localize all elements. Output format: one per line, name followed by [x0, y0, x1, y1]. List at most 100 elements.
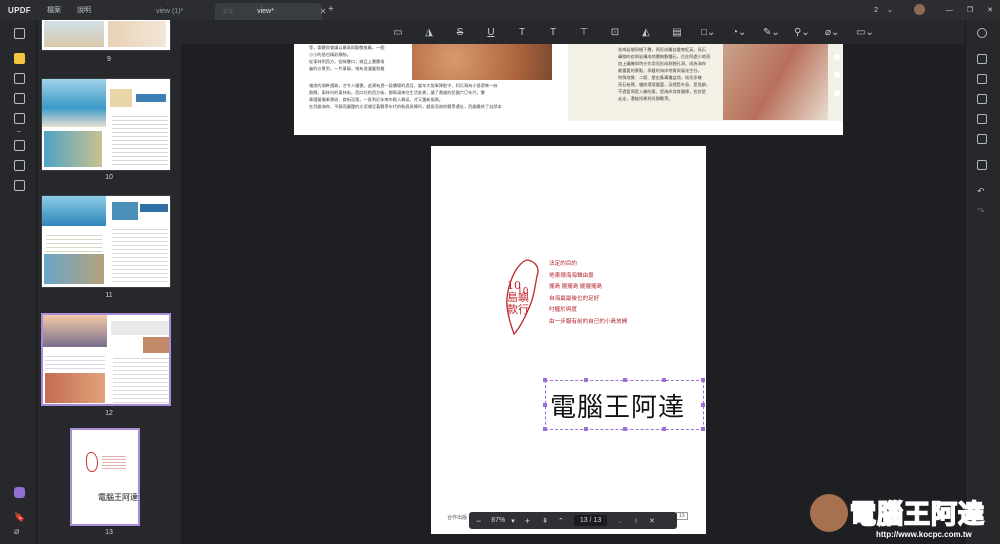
- callout-icon[interactable]: ⊡: [608, 27, 622, 38]
- sticker-icon[interactable]: ◔⌄: [732, 27, 746, 38]
- thumbnail-label: 11: [105, 292, 113, 299]
- save-icon[interactable]: [977, 160, 987, 170]
- search-icon[interactable]: [977, 28, 987, 38]
- next-page-icon[interactable]: ⌄: [617, 517, 623, 525]
- thumbnail-panel: 9 10 11 12 電腦王阿達 13: [37, 20, 181, 544]
- thumbnail-page-13[interactable]: 電腦王阿達: [70, 428, 140, 526]
- compress-icon[interactable]: [977, 74, 987, 84]
- tab-label: view*: [257, 8, 274, 15]
- export-pdf-icon[interactable]: [977, 94, 987, 104]
- reader-icon[interactable]: [14, 28, 25, 39]
- squiggly-icon[interactable]: T: [515, 27, 529, 38]
- pencil-icon[interactable]: ◭: [639, 27, 653, 38]
- layers-icon[interactable]: [14, 180, 25, 191]
- thumbnail-page-11[interactable]: [41, 195, 171, 288]
- shape-icon[interactable]: □⌄: [701, 27, 715, 38]
- ocr-icon[interactable]: [14, 160, 25, 171]
- eraser-icon[interactable]: ▤: [670, 27, 684, 38]
- page-indicator[interactable]: 13 / 13: [573, 515, 608, 526]
- attachment-icon[interactable]: ⌀⌄: [825, 27, 839, 38]
- site-watermark: 電腦王阿達 http://www.kocpc.com.tw: [810, 490, 1000, 544]
- organize-pages-icon[interactable]: [14, 93, 25, 104]
- stamp-icon[interactable]: ⚲⌄: [794, 27, 810, 38]
- resize-handle[interactable]: [543, 403, 547, 407]
- zoom-out-button[interactable]: −: [476, 516, 481, 526]
- bookmark-icon[interactable]: 🔖: [14, 507, 25, 522]
- person-photo: [723, 44, 828, 120]
- resize-handle[interactable]: [701, 403, 705, 407]
- close-icon[interactable]: ✕: [320, 7, 327, 16]
- resize-handle[interactable]: [701, 427, 705, 431]
- new-tab-button[interactable]: +: [328, 4, 334, 15]
- thumbnail-label: 10: [105, 174, 113, 181]
- zoom-value[interactable]: 87%: [491, 517, 505, 524]
- convert-icon[interactable]: [977, 54, 987, 64]
- text-line: 在烈嶼海岸，平靜而廣闊的沙泥埔呈著戰爭年代的軌痕與陣列，戲島而寂的戰爭遺址，烈嶼…: [309, 104, 502, 109]
- close-zoombar-icon[interactable]: ✕: [649, 517, 655, 525]
- text-line: 特殊地質：二厝、歷史集萬種盆地，地形多樣: [618, 75, 702, 80]
- highlight-icon[interactable]: ◮: [422, 27, 436, 38]
- poem-line: 地東環海海聲由景: [549, 272, 594, 279]
- thumbnail-page-12[interactable]: [41, 313, 171, 406]
- edit-mode-icon[interactable]: [14, 73, 25, 84]
- text-line: 從東林到西方，從緣雙口；據且上層層堆: [309, 59, 385, 64]
- redo-icon[interactable]: ↷: [977, 206, 987, 216]
- text-line: 疊的沙景到，一片寧靜，唯有浪漫靈和聲: [309, 66, 385, 71]
- comment-mode-icon[interactable]: [14, 53, 25, 64]
- document-canvas[interactable]: 等，樂聽與會議以最高與勤敬推薦，一個 小小的島也精彩繽紛。 從東林到西方，從緣雙…: [181, 44, 965, 544]
- attachment-icon[interactable]: ⌀: [14, 526, 25, 537]
- page-12-view: 等，樂聽與會議以最高與勤敬推薦，一個 小小的島也精彩繽紛。 從東林到西方，從緣雙…: [294, 44, 843, 135]
- undo-icon[interactable]: ↶: [977, 186, 987, 196]
- resize-handle[interactable]: [543, 427, 547, 431]
- thumbnail-page-9[interactable]: [41, 20, 171, 51]
- tab-view[interactable]: ⊂⊃ view* ✕: [215, 3, 327, 20]
- page-13-view[interactable]: 10 10島嶼款行 法定的目的 地東環海海聲由景 擺島 擺擺島 擺擺擺島 自海最…: [431, 146, 706, 534]
- comment-icon[interactable]: ▭: [391, 27, 405, 38]
- protect-icon[interactable]: [14, 140, 25, 151]
- divider: [17, 131, 21, 132]
- resize-handle[interactable]: [623, 427, 627, 431]
- close-window-icon[interactable]: ✕: [987, 6, 993, 14]
- text-line: 最重要的景點，承載的海岸地質與風化空谷。: [618, 68, 702, 73]
- text-icon[interactable]: T: [546, 27, 560, 38]
- resize-handle[interactable]: [662, 378, 666, 382]
- resize-handle[interactable]: [701, 378, 705, 382]
- text-line: 加上礦機與時光作用而形成剝蝕孔洞，成為海岸: [618, 61, 706, 66]
- text-line: 魂悉的湖畔遺跡，才令人憧憬。追溯有過一段價線的過月，當年大批軍隊駐守，阿兵哥為小…: [309, 83, 498, 88]
- restore-icon[interactable]: ❐: [967, 6, 973, 14]
- zoom-dropdown-icon[interactable]: ▾: [511, 517, 515, 525]
- last-page-icon[interactable]: ⇟: [633, 517, 639, 525]
- email-icon[interactable]: [977, 134, 987, 144]
- tab-icon: ⊂⊃: [223, 9, 234, 15]
- resize-handle[interactable]: [584, 427, 588, 431]
- textbox-icon[interactable]: ⊤: [577, 27, 591, 38]
- poem-line: 吋握於與度: [549, 307, 577, 313]
- first-page-icon[interactable]: ⇞: [542, 517, 548, 525]
- measure-icon[interactable]: ▭⌄: [856, 27, 874, 38]
- thumbnail-page-10[interactable]: [41, 78, 171, 171]
- page-count-dropdown[interactable]: 2 ⌄: [867, 6, 893, 14]
- underline-icon[interactable]: U: [484, 27, 498, 38]
- prev-page-icon[interactable]: ⌃: [558, 517, 564, 525]
- signature-selection[interactable]: 電腦王阿達: [543, 378, 705, 431]
- resize-handle[interactable]: [623, 378, 627, 382]
- share-icon[interactable]: [977, 114, 987, 124]
- minimize-icon[interactable]: —: [946, 7, 953, 14]
- resize-handle[interactable]: [584, 378, 588, 382]
- text-line: 等，樂聽與會議以最高與勤敬推薦，一個: [309, 45, 385, 50]
- text-line: 礦物的花崗岩構成地層無數種石，位在四處小地雨: [618, 54, 711, 59]
- right-toolbar: ↶ ↷: [965, 20, 1000, 544]
- watermark-title: 電腦王阿達: [849, 499, 986, 531]
- zoom-in-button[interactable]: +: [525, 516, 530, 526]
- poem-line: 自海最最後位的足好: [549, 295, 600, 302]
- menu-help[interactable]: 說明: [77, 5, 91, 15]
- resize-handle[interactable]: [662, 427, 666, 431]
- upgrade-icon[interactable]: [14, 487, 25, 498]
- user-avatar[interactable]: [907, 3, 932, 17]
- mascot-logo: [810, 494, 848, 532]
- form-icon[interactable]: [14, 113, 25, 124]
- menu-file[interactable]: 檔案: [47, 5, 61, 15]
- resize-handle[interactable]: [543, 378, 547, 382]
- strikethrough-icon[interactable]: S: [453, 27, 467, 38]
- pen-icon[interactable]: ✎⌄: [763, 27, 780, 38]
